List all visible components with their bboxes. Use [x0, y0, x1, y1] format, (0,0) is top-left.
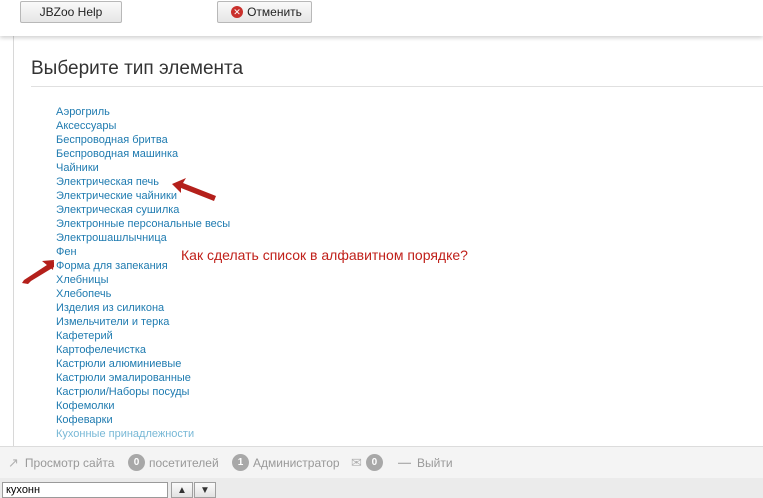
left-divider — [13, 36, 14, 446]
element-type-link[interactable]: Кухонные принадлежности — [56, 427, 230, 441]
find-bar: ▲ ▼ — [0, 477, 763, 498]
element-type-link[interactable]: Кофеварки — [56, 413, 230, 427]
view-site-link[interactable]: ↗ Просмотр сайта — [8, 447, 114, 478]
find-previous-button[interactable]: ▲ — [171, 482, 193, 498]
element-type-link[interactable]: Измельчители и терка — [56, 315, 230, 329]
find-next-button[interactable]: ▼ — [194, 482, 216, 498]
cancel-button[interactable]: ✕ Отменить — [217, 1, 312, 23]
messages-count-badge: 0 — [365, 454, 383, 471]
annotation-question: Как сделать список в алфавитном порядке? — [181, 247, 468, 263]
messages-indicator[interactable]: ✉ 0 — [351, 447, 383, 478]
element-type-link[interactable]: Электронные персональные весы — [56, 217, 230, 231]
external-link-icon: ↗ — [8, 454, 19, 470]
element-type-link[interactable]: Хлебопечь — [56, 287, 230, 301]
help-button-label: JBZoo Help — [39, 5, 103, 19]
admin-label: Администратор — [253, 455, 340, 470]
chevron-up-icon: ▲ — [177, 484, 187, 496]
arrow-icon — [172, 178, 216, 201]
element-type-link[interactable]: Кастрюли алюминиевые — [56, 357, 230, 371]
chevron-down-icon: ▼ — [200, 484, 210, 496]
arrow-icon — [22, 260, 54, 284]
cancel-button-label: Отменить — [247, 5, 302, 19]
logout-link[interactable]: — Выйти — [398, 447, 453, 478]
logout-icon: — — [398, 455, 411, 470]
element-type-link[interactable]: Картофелечистка — [56, 343, 230, 357]
element-type-link[interactable]: Хлебницы — [56, 273, 230, 287]
element-type-link[interactable]: Изделия из силикона — [56, 301, 230, 315]
element-type-link[interactable]: Беспроводная машинка — [56, 147, 230, 161]
top-toolbar: JBZoo Help ✕ Отменить — [0, 0, 763, 36]
page-title: Выберите тип элемента — [31, 58, 244, 79]
element-type-link[interactable]: Кафетерий — [56, 329, 230, 343]
element-type-link[interactable]: Кастрюли/Наборы посуды — [56, 385, 230, 399]
element-type-link[interactable]: Чайники — [56, 161, 230, 175]
visitors-count-badge: 0 — [128, 454, 145, 471]
visitors-indicator[interactable]: 0 посетителей — [128, 447, 219, 478]
visitors-label: посетителей — [149, 455, 219, 470]
logout-label: Выйти — [417, 455, 453, 470]
element-type-link[interactable]: Беспроводная бритва — [56, 133, 230, 147]
view-site-label: Просмотр сайта — [24, 455, 115, 470]
element-type-link[interactable]: Аксессуары — [56, 119, 230, 133]
element-type-link[interactable]: Аэрогриль — [56, 105, 230, 119]
element-type-list: Аэрогриль Аксессуары Беспроводная бритва Бе… — [56, 105, 230, 445]
title-divider — [31, 86, 763, 87]
envelope-icon: ✉ — [351, 454, 362, 470]
admin-count-badge: 1 — [232, 454, 249, 471]
element-type-link[interactable]: Электрошашлычница — [56, 231, 230, 245]
element-type-link[interactable]: Кофемолки — [56, 399, 230, 413]
cancel-icon: ✕ — [231, 6, 244, 18]
element-type-link[interactable]: Электрическая сушилка — [56, 203, 230, 217]
admin-statusbar: ↗ Просмотр сайта 0 посетителей 1 Админис… — [0, 446, 763, 478]
element-type-link[interactable]: Кастрюли эмалированные — [56, 371, 230, 385]
admin-indicator[interactable]: 1 Администратор — [232, 447, 340, 478]
help-button[interactable]: JBZoo Help — [20, 1, 122, 23]
find-input[interactable] — [2, 482, 168, 498]
